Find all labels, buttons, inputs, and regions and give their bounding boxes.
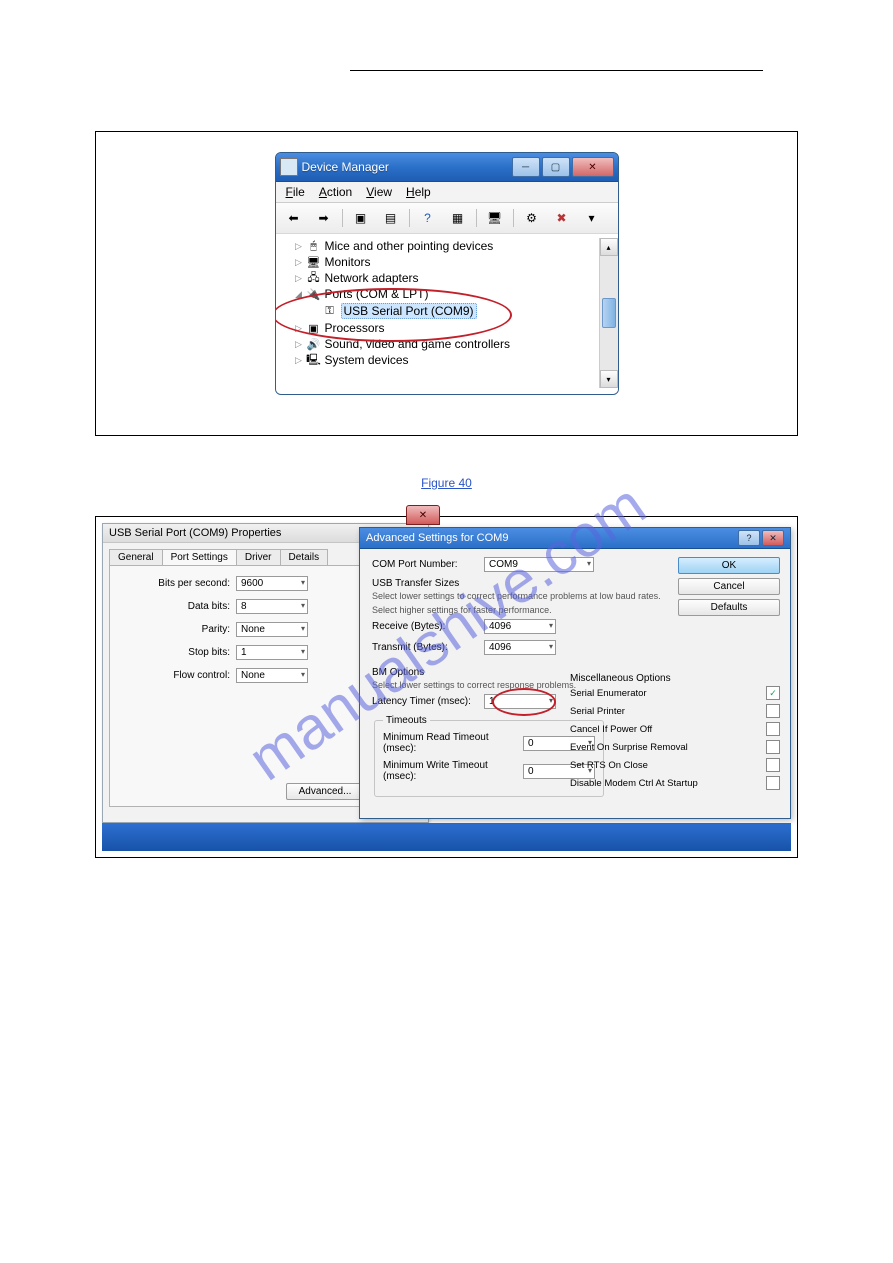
- advanced-settings-window: Advanced Settings for COM9 ? ✕ OK Cancel…: [359, 527, 791, 819]
- chk-surprise[interactable]: [766, 740, 780, 754]
- receive-select[interactable]: 4096: [484, 619, 556, 634]
- bps-select[interactable]: 9600: [236, 576, 308, 591]
- figure-advanced-settings: ✕ USB Serial Port (COM9) Properties Gene…: [95, 516, 798, 858]
- chk-cancel-poweroff[interactable]: [766, 722, 780, 736]
- properties-icon[interactable]: ▤: [379, 206, 403, 230]
- databits-select[interactable]: 8: [236, 599, 308, 614]
- mouse-icon: 🖱: [306, 239, 322, 253]
- opt-surprise: Event On Surprise Removal: [570, 742, 688, 753]
- scroll-down-icon[interactable]: ▾: [600, 370, 618, 388]
- figure-link[interactable]: Figure 40: [0, 476, 893, 490]
- console-icon[interactable]: ▣: [349, 206, 373, 230]
- update-driver-icon[interactable]: ⚙: [520, 206, 544, 230]
- menu-file[interactable]: File: [286, 185, 305, 199]
- cpu-icon: ▣: [306, 321, 322, 335]
- close-button[interactable]: ✕: [572, 157, 614, 177]
- transmit-select[interactable]: 4096: [484, 640, 556, 655]
- serial-port-icon: ⚿: [322, 304, 338, 318]
- tab-driver[interactable]: Driver: [236, 549, 281, 565]
- opt-set-rts: Set RTS On Close: [570, 760, 648, 771]
- opt-serial-printer: Serial Printer: [570, 706, 625, 717]
- databits-label: Data bits:: [120, 601, 236, 612]
- ok-button[interactable]: OK: [678, 557, 780, 574]
- tree-item-usb-serial[interactable]: ⚿USB Serial Port (COM9): [280, 302, 595, 320]
- bps-label: Bits per second:: [120, 578, 236, 589]
- scan-icon[interactable]: 🖥: [483, 206, 507, 230]
- forward-icon[interactable]: ➡: [312, 206, 336, 230]
- opt-disable-modem: Disable Modem Ctrl At Startup: [570, 778, 698, 789]
- tab-general[interactable]: General: [109, 549, 163, 565]
- misc-section-title: Miscellaneous Options: [570, 673, 780, 684]
- scroll-thumb[interactable]: [602, 298, 616, 328]
- latency-select[interactable]: 1: [484, 694, 556, 709]
- chk-disable-modem[interactable]: [766, 776, 780, 790]
- tab-port-settings[interactable]: Port Settings: [162, 549, 237, 565]
- opt-cancel-poweroff: Cancel If Power Off: [570, 724, 652, 735]
- defaults-button[interactable]: Defaults: [678, 599, 780, 616]
- taskbar: [102, 823, 791, 851]
- back-icon[interactable]: ⬅: [282, 206, 306, 230]
- enable-icon[interactable]: ▾: [580, 206, 604, 230]
- menu-help[interactable]: Help: [406, 185, 431, 199]
- uninstall-icon[interactable]: ✖: [550, 206, 574, 230]
- latency-label: Latency Timer (msec):: [372, 696, 484, 707]
- system-icon: 🖳: [306, 353, 322, 367]
- toolbar: ⬅ ➡ ▣ ▤ ? ▦ 🖥 ⚙ ✖ ▾: [276, 203, 618, 234]
- comport-label: COM Port Number:: [372, 559, 484, 570]
- stopbits-label: Stop bits:: [120, 647, 236, 658]
- flow-select[interactable]: None: [236, 668, 308, 683]
- menu-view[interactable]: View: [366, 185, 392, 199]
- advanced-button[interactable]: Advanced...: [286, 783, 365, 800]
- monitor-icon: 🖥: [306, 255, 322, 269]
- min-read-label: Minimum Read Timeout (msec):: [383, 732, 523, 754]
- minimize-button[interactable]: ─: [512, 157, 540, 177]
- menu-action[interactable]: Action: [319, 185, 352, 199]
- advanced-title: Advanced Settings for COM9: [366, 532, 508, 544]
- device-manager-window: Device Manager ─ ▢ ✕ File Action View He…: [275, 152, 619, 395]
- showhidden-icon[interactable]: ▦: [446, 206, 470, 230]
- chk-set-rts[interactable]: [766, 758, 780, 772]
- tab-details[interactable]: Details: [280, 549, 329, 565]
- device-tree[interactable]: ▷🖱Mice and other pointing devices ▷🖥Moni…: [276, 238, 599, 388]
- transmit-label: Transmit (Bytes):: [372, 642, 484, 653]
- receive-label: Receive (Bytes):: [372, 621, 484, 632]
- flow-label: Flow control:: [120, 670, 236, 681]
- help-button[interactable]: ?: [738, 530, 760, 546]
- sound-icon: 🔊: [306, 337, 322, 351]
- figure-device-manager: Device Manager ─ ▢ ✕ File Action View He…: [95, 131, 798, 436]
- min-write-label: Minimum Write Timeout (msec):: [383, 760, 523, 782]
- close-button[interactable]: ✕: [762, 530, 784, 546]
- scroll-up-icon[interactable]: ▴: [600, 238, 618, 256]
- window-title: Device Manager: [302, 160, 512, 174]
- chk-serial-enum[interactable]: ✓: [766, 686, 780, 700]
- comport-select[interactable]: COM9: [484, 557, 594, 572]
- close-tab-icon[interactable]: ✕: [406, 505, 440, 525]
- network-icon: 🖧: [306, 271, 322, 285]
- chk-serial-printer[interactable]: [766, 704, 780, 718]
- cancel-button[interactable]: Cancel: [678, 578, 780, 595]
- stopbits-select[interactable]: 1: [236, 645, 308, 660]
- app-icon: [280, 158, 298, 176]
- timeouts-section-title: Timeouts: [383, 715, 430, 726]
- opt-serial-enum: Serial Enumerator: [570, 688, 647, 699]
- parity-label: Parity:: [120, 624, 236, 635]
- scrollbar[interactable]: ▴ ▾: [599, 238, 618, 388]
- help-icon[interactable]: ?: [416, 206, 440, 230]
- parity-select[interactable]: None: [236, 622, 308, 637]
- maximize-button[interactable]: ▢: [542, 157, 570, 177]
- port-icon: 🔌: [306, 287, 322, 301]
